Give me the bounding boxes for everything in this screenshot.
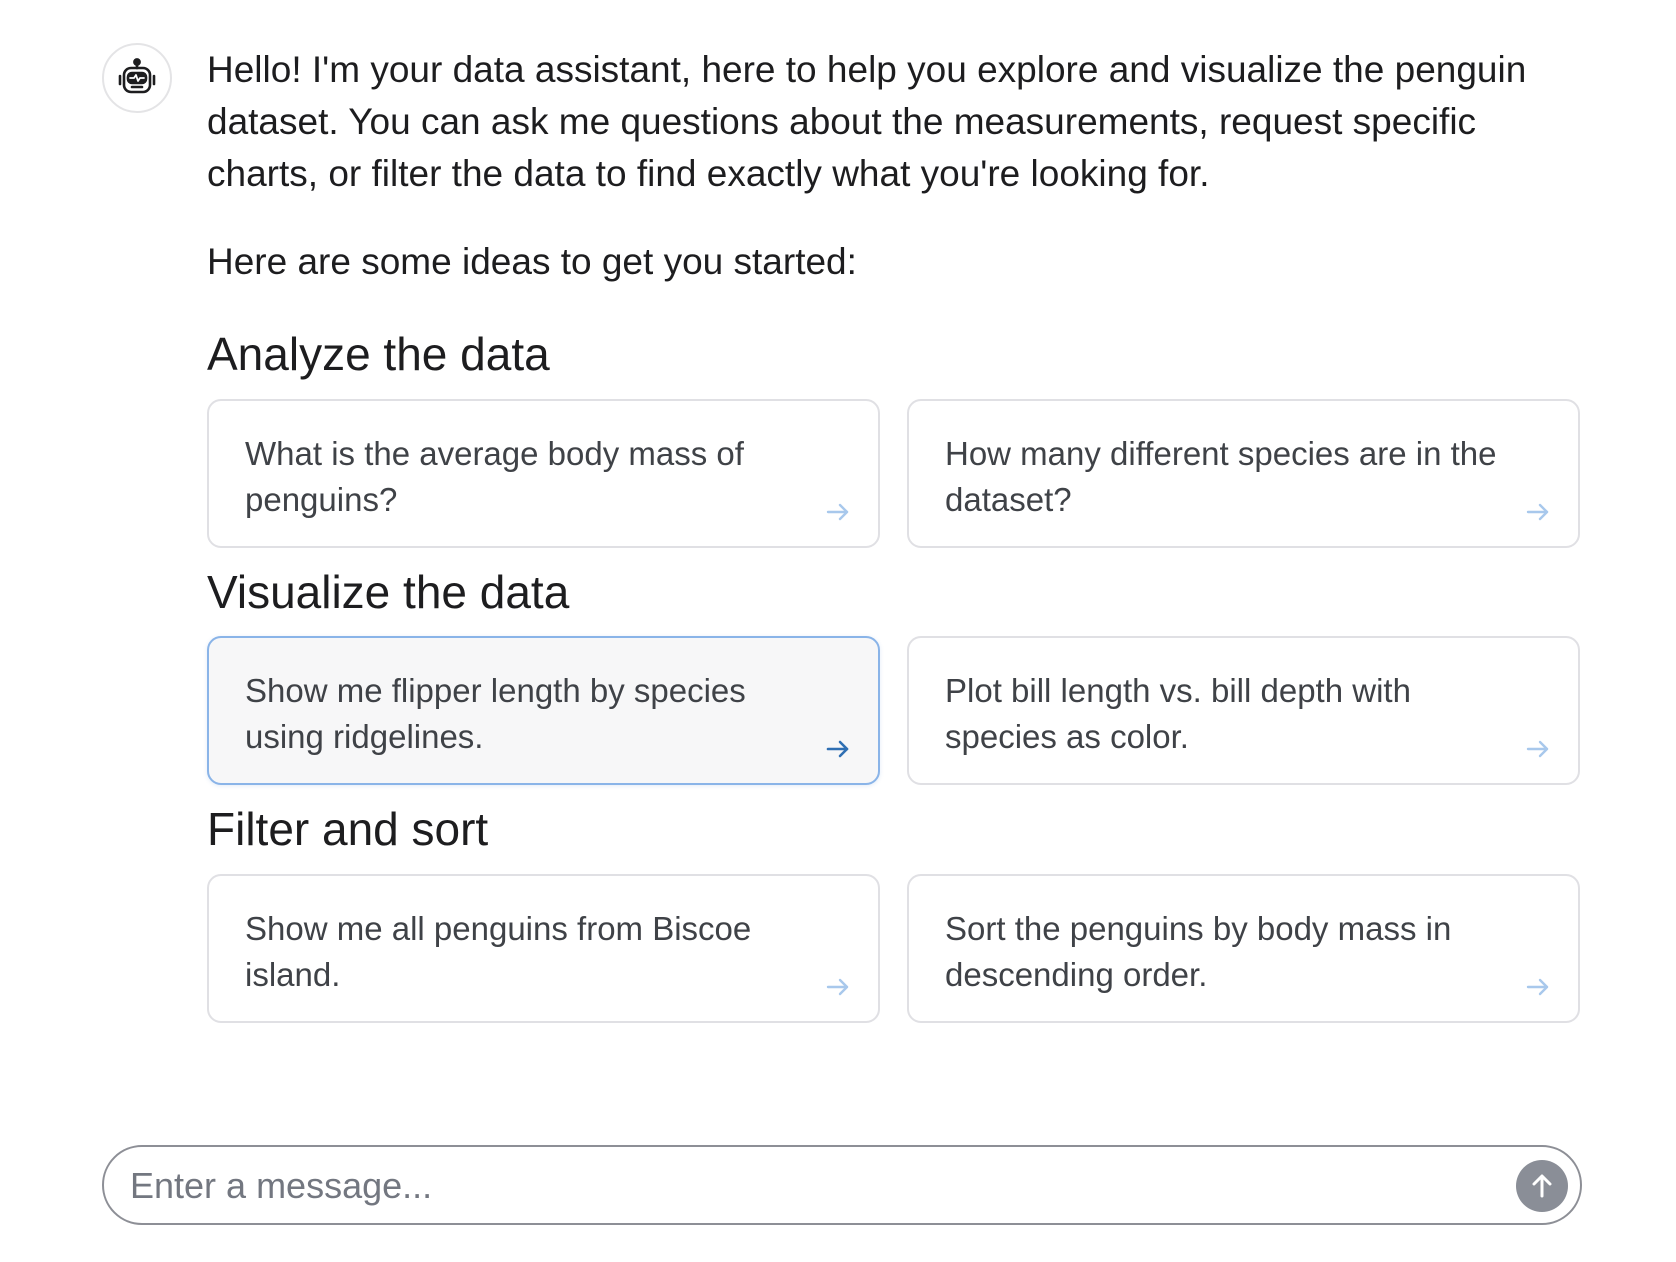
arrow-right-icon <box>1524 498 1552 526</box>
suggestion-text: Plot bill length vs. bill depth with spe… <box>945 672 1411 755</box>
section-title-filter-sort: Filter and sort <box>207 803 489 855</box>
suggestion-card-biscoe-filter[interactable]: Show me all penguins from Biscoe island. <box>207 874 880 1023</box>
arrow-up-icon <box>1532 1174 1552 1198</box>
suggestion-text: What is the average body mass of penguin… <box>245 435 744 518</box>
message-input[interactable] <box>130 1159 1490 1213</box>
suggestion-card-sort-body-mass[interactable]: Sort the penguins by body mass in descen… <box>907 874 1580 1023</box>
message-composer <box>102 1145 1582 1225</box>
assistant-lead-text: Here are some ideas to get you started: <box>207 241 857 282</box>
chat-page: Hello! I'm your data assistant, here to … <box>0 0 1676 1262</box>
suggestion-text: Show me all penguins from Biscoe island. <box>245 910 752 993</box>
section-title-visualize: Visualize the data <box>207 566 570 618</box>
send-button[interactable] <box>1516 1160 1568 1212</box>
arrow-right-icon <box>824 498 852 526</box>
suggestion-card-species-count[interactable]: How many different species are in the da… <box>907 399 1580 548</box>
arrow-right-icon <box>1524 735 1552 763</box>
suggestion-card-flipper-ridgelines[interactable]: Show me flipper length by species using … <box>207 636 880 785</box>
suggestion-card-bill-scatter[interactable]: Plot bill length vs. bill depth with spe… <box>907 636 1580 785</box>
robot-icon <box>118 58 156 94</box>
section-title-analyze: Analyze the data <box>207 328 550 380</box>
assistant-intro-text: Hello! I'm your data assistant, here to … <box>207 49 1527 194</box>
suggestion-text: Show me flipper length by species using … <box>245 672 746 755</box>
assistant-avatar <box>102 43 172 113</box>
arrow-right-icon <box>824 735 852 763</box>
suggestion-text: How many different species are in the da… <box>945 435 1497 518</box>
assistant-message: Hello! I'm your data assistant, here to … <box>207 44 1587 288</box>
arrow-right-icon <box>1524 973 1552 1001</box>
suggestion-card-average-body-mass[interactable]: What is the average body mass of penguin… <box>207 399 880 548</box>
suggestion-text: Sort the penguins by body mass in descen… <box>945 910 1452 993</box>
arrow-right-icon <box>824 973 852 1001</box>
